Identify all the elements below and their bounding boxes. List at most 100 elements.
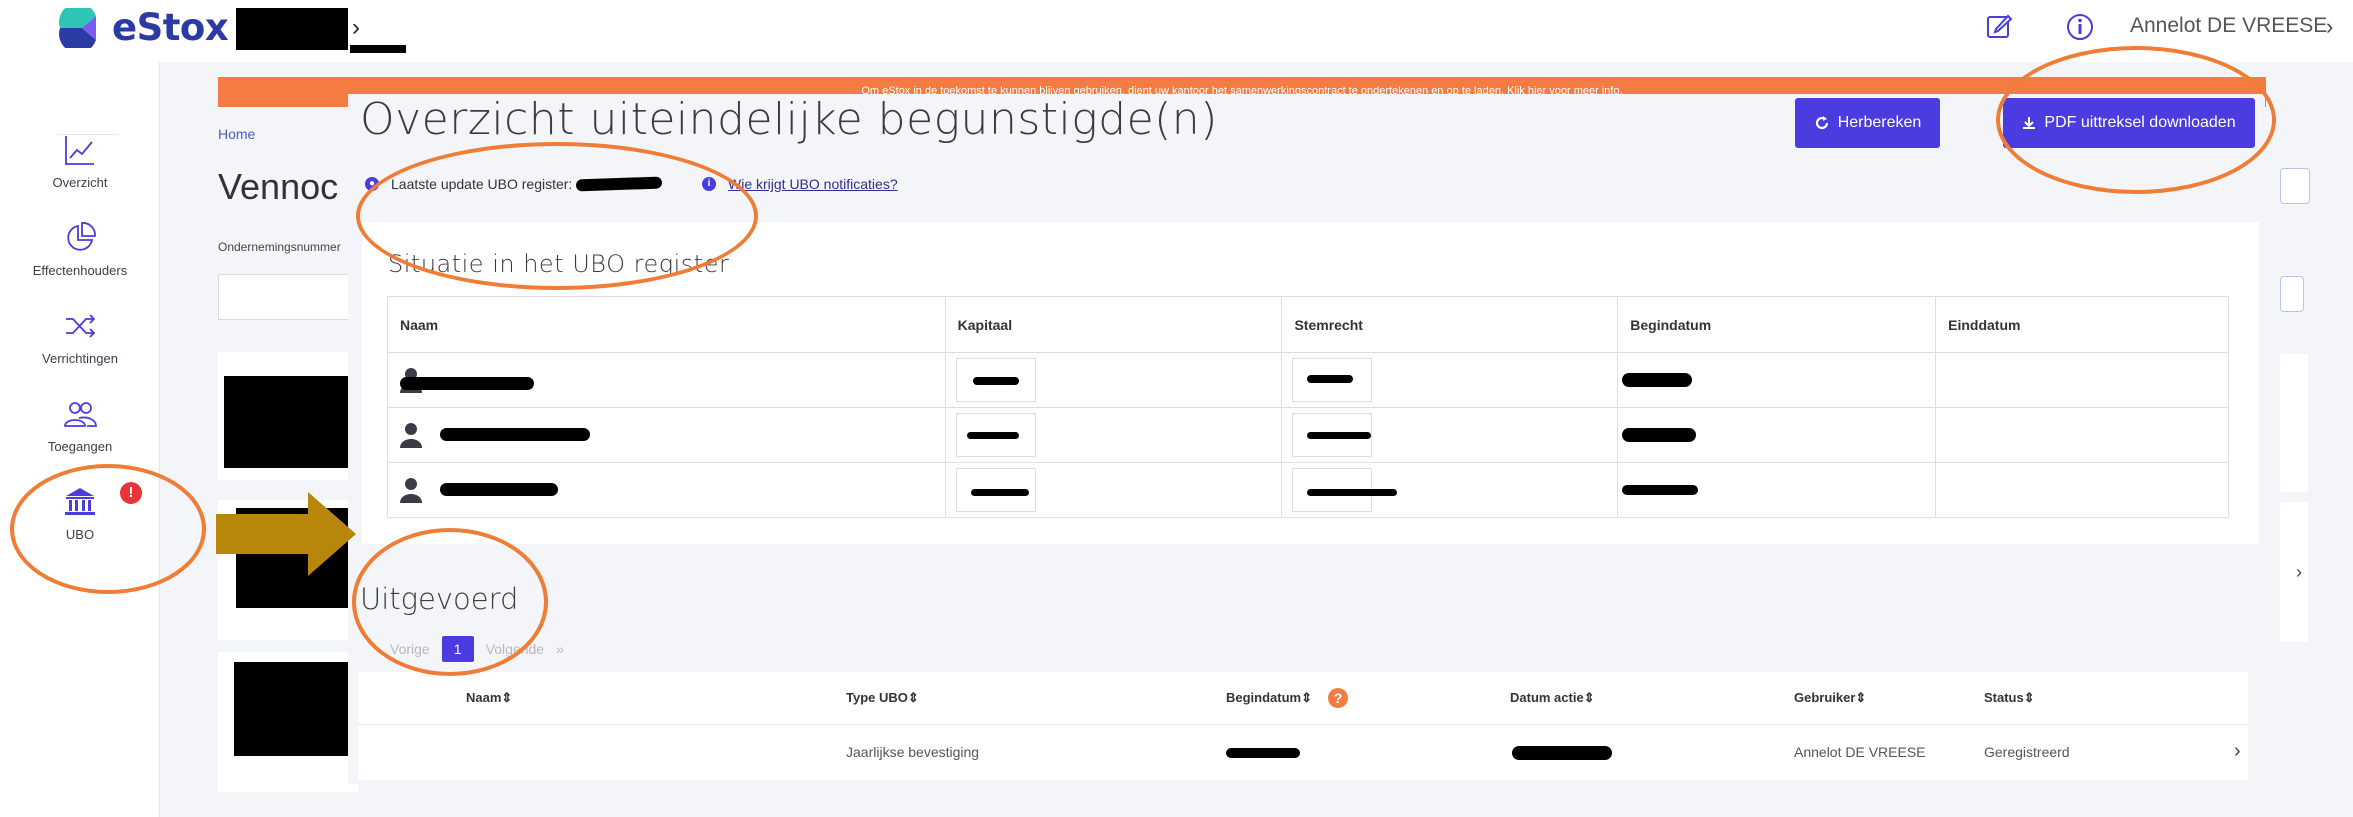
capital-cell bbox=[944, 407, 1283, 463]
capital-value-box bbox=[955, 468, 1036, 512]
start-date-cell bbox=[1617, 462, 1937, 518]
field-label: Ondernemingsnummer bbox=[218, 240, 341, 254]
background-card bbox=[2280, 502, 2308, 642]
sidebar-item-overzicht[interactable]: Overzicht bbox=[0, 132, 160, 192]
estox-logo-icon bbox=[59, 7, 96, 48]
name-cell bbox=[387, 352, 946, 408]
breadcrumb-chevron: › bbox=[352, 14, 360, 41]
user-value: Annelot DE VREESE bbox=[1794, 744, 1926, 760]
recalculate-label: Herbereken bbox=[1837, 114, 1922, 131]
app-logo[interactable]: eStox bbox=[56, 6, 229, 49]
sidebar-item-label: Verrichtingen bbox=[42, 351, 118, 366]
ubo-type: Jaarlijkse bevestiging bbox=[846, 744, 980, 760]
redacted-image bbox=[234, 662, 348, 756]
background-card bbox=[2280, 354, 2308, 492]
highlight-ring-ubo bbox=[10, 464, 206, 594]
redacted-value bbox=[1307, 375, 1354, 383]
user-menu-chevron-icon[interactable]: › bbox=[2326, 14, 2333, 40]
start-date-cell bbox=[1617, 407, 1937, 463]
redacted-name bbox=[400, 377, 534, 390]
user-name[interactable]: Annelot DE VREESE bbox=[2130, 14, 2327, 38]
page-title: Vennoc bbox=[218, 166, 339, 207]
person-icon bbox=[400, 478, 422, 503]
capital-cell bbox=[944, 462, 1283, 518]
background-button[interactable] bbox=[2280, 276, 2304, 312]
voting-value-box bbox=[1292, 413, 1373, 457]
end-date-cell bbox=[1935, 407, 2229, 463]
row-chevron-icon[interactable]: › bbox=[2234, 740, 2241, 763]
end-date-cell bbox=[1935, 462, 2229, 518]
highlight-ring-pdf bbox=[1996, 46, 2276, 194]
sidebar-item-label: Overzicht bbox=[52, 175, 108, 190]
sidebar-item-effectenhouders[interactable]: Effectenhouders bbox=[0, 220, 160, 280]
chart-line-icon bbox=[65, 136, 94, 165]
column-header-action-date[interactable]: Datum actie⇕ bbox=[1510, 690, 1595, 706]
table-row[interactable] bbox=[387, 462, 2229, 518]
executed-list bbox=[358, 672, 2248, 780]
redacted-action-date bbox=[1512, 746, 1612, 760]
column-header: Einddatum bbox=[1935, 296, 2229, 353]
annotation-arrow-icon bbox=[216, 492, 356, 576]
redacted-name bbox=[440, 483, 558, 496]
edit-icon[interactable] bbox=[1985, 12, 2013, 40]
redacted-date bbox=[1622, 428, 1697, 442]
info-circle-icon[interactable] bbox=[2065, 12, 2095, 42]
column-header: Kapitaal bbox=[944, 296, 1283, 353]
redacted-value bbox=[966, 432, 1019, 439]
highlight-ring-last-update bbox=[356, 142, 758, 290]
column-header-type[interactable]: Type UBO⇕ bbox=[846, 690, 919, 706]
help-icon[interactable]: ? bbox=[1328, 688, 1348, 708]
recalculate-button[interactable]: Herbereken bbox=[1795, 98, 1940, 148]
background-menu-button[interactable] bbox=[2280, 168, 2310, 204]
end-date-cell bbox=[1935, 352, 2229, 408]
redacted-image bbox=[224, 376, 350, 468]
redacted-company-name bbox=[236, 8, 348, 50]
start-date-cell bbox=[1617, 352, 1937, 408]
column-header: Stemrecht bbox=[1281, 296, 1619, 353]
capital-value-box bbox=[955, 413, 1036, 457]
person-icon bbox=[400, 423, 422, 448]
status-value: Geregistreerd bbox=[1984, 744, 2070, 760]
name-cell bbox=[387, 407, 946, 463]
sidebar-item-label: Effectenhouders bbox=[32, 263, 128, 278]
column-header-name[interactable]: Naam⇕ bbox=[466, 690, 512, 706]
sidebar: Overzicht Effectenhouders Verrichtingen … bbox=[0, 62, 160, 817]
voting-value-box bbox=[1292, 358, 1373, 402]
redacted-date bbox=[1622, 485, 1699, 495]
pager-next-arrow[interactable]: » bbox=[556, 641, 564, 657]
highlight-ring-executed bbox=[352, 528, 548, 676]
table-row[interactable] bbox=[387, 407, 2229, 463]
sidebar-item-verrichtingen[interactable]: Verrichtingen bbox=[0, 308, 160, 368]
column-header: Begindatum bbox=[1617, 296, 1937, 353]
carousel-chevron-icon[interactable]: › bbox=[2296, 562, 2302, 583]
column-header: Naam bbox=[387, 296, 946, 353]
voting-cell bbox=[1281, 407, 1619, 463]
voting-value-box bbox=[1292, 468, 1398, 512]
redacted-value bbox=[1307, 432, 1372, 439]
redacted-value bbox=[972, 377, 1019, 385]
sidebar-item-toegangen[interactable]: Toegangen bbox=[0, 396, 160, 456]
refresh-icon bbox=[1815, 116, 1828, 130]
redacted-breadcrumb bbox=[350, 45, 406, 53]
capital-cell bbox=[944, 352, 1283, 408]
ubo-notifications-link[interactable]: Wie krijgt UBO notificaties? bbox=[728, 176, 898, 192]
column-header-status[interactable]: Status⇕ bbox=[1984, 690, 2035, 706]
redacted-start-date bbox=[1226, 748, 1300, 758]
users-icon bbox=[64, 402, 97, 427]
ubo-register-table: Naam Kapitaal Stemrecht Begindatum Eindd… bbox=[387, 296, 2229, 518]
column-header-start-date[interactable]: Begindatum⇕ bbox=[1226, 690, 1312, 706]
redacted-name bbox=[440, 428, 590, 441]
column-header-user[interactable]: Gebruiker⇕ bbox=[1794, 690, 1866, 706]
capital-value-box bbox=[955, 358, 1036, 402]
table-header-row: Naam Kapitaal Stemrecht Begindatum Eindd… bbox=[387, 296, 2229, 353]
redacted-value bbox=[970, 489, 1029, 496]
breadcrumb-home[interactable]: Home bbox=[218, 126, 255, 142]
company-number-input[interactable] bbox=[218, 274, 358, 320]
pie-chart-icon bbox=[67, 222, 96, 251]
top-bar: eStox › Annelot DE VREESE › bbox=[0, 0, 2353, 62]
app-name: eStox bbox=[112, 6, 229, 49]
table-row[interactable] bbox=[387, 352, 2229, 408]
modal-title: Overzicht uiteindelijke begunstigde(n) bbox=[360, 94, 1218, 145]
voting-cell bbox=[1281, 352, 1619, 408]
list-divider bbox=[358, 724, 2248, 725]
